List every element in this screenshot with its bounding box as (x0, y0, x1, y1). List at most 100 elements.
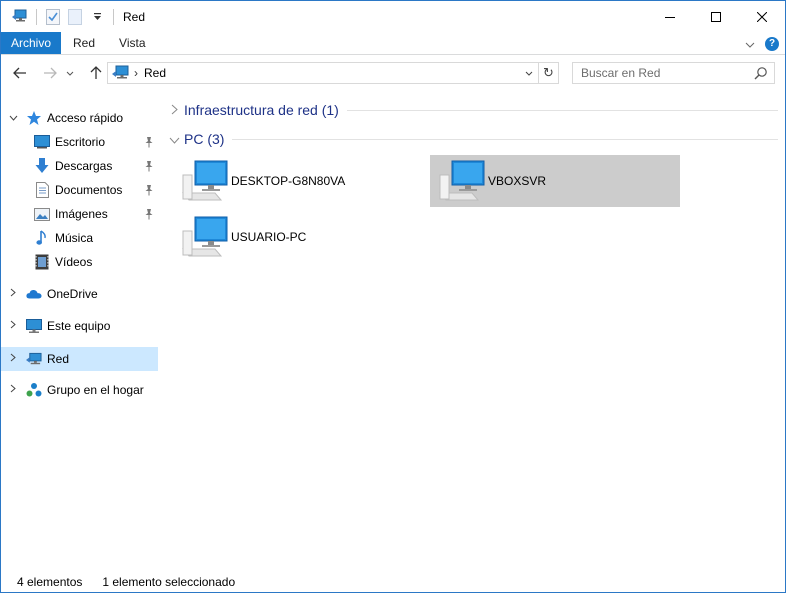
sidebar-item-onedrive[interactable]: OneDrive (1, 282, 158, 306)
tab-vista[interactable]: Vista (107, 32, 157, 54)
search-input[interactable]: Buscar en Red (572, 62, 775, 84)
computer-tile[interactable]: USUARIO-PC (173, 211, 423, 263)
properties-icon[interactable] (45, 8, 61, 25)
arrow-left-icon (13, 67, 26, 79)
new-folder-icon[interactable] (67, 8, 83, 25)
documents-icon (34, 182, 50, 198)
group-header-pc[interactable]: PC (3) (166, 127, 778, 151)
music-icon (34, 230, 50, 246)
collapse-chevron-icon[interactable] (166, 132, 182, 147)
expand-chevron-icon[interactable] (8, 384, 18, 396)
sidebar-item-label: Vídeos (55, 255, 93, 269)
breadcrumb-red[interactable]: Red (144, 66, 166, 80)
sidebar-item-descargas[interactable]: Descargas (1, 154, 158, 178)
ribbon-tabs: Archivo Red Vista ? (1, 32, 785, 55)
arrow-right-icon (44, 67, 57, 79)
computer-name: DESKTOP-G8N80VA (231, 174, 346, 188)
quick-access-toolbar: Red (1, 1, 145, 32)
pin-icon[interactable] (144, 208, 154, 220)
customize-toolbar-icon[interactable] (89, 9, 105, 25)
sidebar-item-grupo-en-el-hogar[interactable]: Grupo en el hogar (1, 378, 158, 402)
expand-chevron-icon[interactable] (8, 113, 18, 124)
computer-name: VBOXSVR (488, 174, 547, 188)
help-icon[interactable]: ? (765, 36, 779, 51)
file-list: Infraestructura de red (1) PC (3) DESKTO… (166, 97, 781, 567)
sidebar-item-este-equipo[interactable]: Este equipo (1, 314, 158, 338)
arrow-up-icon (90, 66, 102, 79)
computer-icon (438, 160, 485, 201)
up-button[interactable] (85, 62, 107, 84)
sidebar-item-label: Acceso rápido (47, 111, 124, 125)
search-icon[interactable] (754, 66, 768, 80)
recent-locations-button[interactable] (63, 62, 77, 84)
sidebar-item-imagenes[interactable]: Imágenes (1, 202, 158, 226)
close-icon (757, 11, 767, 22)
window-title: Red (123, 9, 146, 24)
back-button[interactable] (9, 62, 31, 84)
sidebar-item-acceso-rapido[interactable]: Acceso rápido (1, 106, 158, 130)
tab-archivo[interactable]: Archivo (1, 32, 62, 54)
minimize-button[interactable] (647, 1, 693, 32)
downloads-icon (34, 158, 50, 174)
title-bar: Red (1, 1, 785, 32)
homegroup-icon (26, 382, 42, 398)
network-icon (26, 351, 42, 367)
sidebar-item-label: Documentos (55, 183, 123, 197)
chevron-down-icon (525, 71, 533, 76)
pin-icon[interactable] (144, 184, 154, 196)
sidebar-item-label: Imágenes (55, 207, 108, 221)
forward-button[interactable] (39, 62, 61, 84)
computer-icon (26, 318, 42, 334)
collapse-chevron-icon[interactable] (166, 103, 182, 118)
network-icon (112, 65, 129, 79)
computer-tile[interactable]: DESKTOP-G8N80VA (173, 155, 423, 207)
sidebar-item-red[interactable]: Red (1, 347, 158, 371)
computer-icon (181, 160, 228, 201)
sidebar-item-label: Grupo en el hogar (47, 383, 144, 397)
network-icon[interactable] (12, 9, 28, 25)
expand-ribbon-icon[interactable] (745, 37, 755, 51)
window-controls (647, 1, 785, 32)
pin-icon[interactable] (144, 160, 154, 172)
expand-chevron-icon[interactable] (8, 353, 18, 365)
item-count: 4 elementos (17, 574, 83, 589)
pin-icon[interactable] (144, 136, 154, 148)
maximize-button[interactable] (693, 1, 739, 32)
expand-chevron-icon[interactable] (8, 288, 18, 300)
group-divider (346, 109, 778, 111)
ribbon-actions: ? (745, 32, 779, 55)
sidebar-item-documentos[interactable]: Documentos (1, 178, 158, 202)
toolbar-divider (113, 8, 114, 25)
explorer-window: Red Archivo Red Vista ? › Red ↻ Buscar e… (0, 0, 786, 593)
sidebar-item-videos[interactable]: Vídeos (1, 250, 158, 274)
minimize-icon (665, 16, 675, 18)
computer-tile[interactable]: VBOXSVR (430, 155, 680, 207)
computer-icon (181, 216, 228, 257)
sidebar-item-label: Descargas (55, 159, 113, 173)
toolbar-divider (36, 8, 37, 25)
sidebar-item-label: Escritorio (55, 135, 106, 149)
computer-name: USUARIO-PC (231, 230, 307, 244)
group-header-infraestructura[interactable]: Infraestructura de red (1) (166, 98, 778, 122)
refresh-icon: ↻ (543, 65, 554, 80)
group-title: PC (3) (184, 131, 225, 147)
star-icon (26, 110, 42, 126)
sidebar-item-label: Red (47, 352, 70, 366)
tab-red[interactable]: Red (61, 32, 107, 54)
refresh-button[interactable]: ↻ (538, 63, 558, 83)
navigation-bar: › Red ↻ Buscar en Red (1, 57, 785, 89)
search-placeholder: Buscar en Red (581, 66, 661, 80)
breadcrumb-separator[interactable]: › (134, 66, 138, 80)
group-divider (232, 138, 778, 140)
sidebar-item-musica[interactable]: Música (1, 226, 158, 250)
address-bar[interactable]: › Red ↻ (107, 62, 559, 84)
navigation-pane: Acceso rápido Escritorio Descargas Docum… (1, 99, 159, 569)
sidebar-item-label: Música (55, 231, 94, 245)
pictures-icon (34, 206, 50, 222)
status-bar: 4 elementos 1 elemento seleccionado (1, 571, 785, 592)
expand-chevron-icon[interactable] (8, 320, 18, 332)
address-history-button[interactable] (522, 63, 536, 83)
maximize-icon (711, 11, 721, 22)
close-button[interactable] (739, 1, 785, 32)
sidebar-item-escritorio[interactable]: Escritorio (1, 130, 158, 154)
